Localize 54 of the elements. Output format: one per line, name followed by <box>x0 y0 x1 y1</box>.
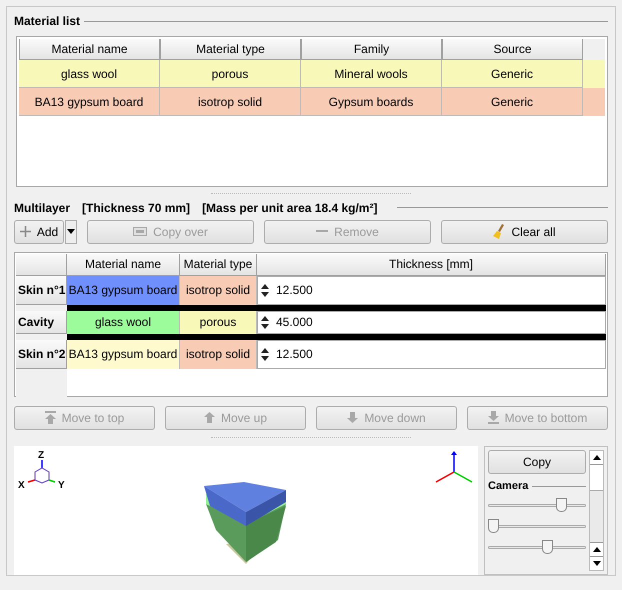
table-cell: isotrop solid <box>180 340 257 369</box>
column-header[interactable]: Material name <box>19 39 160 60</box>
copy-button[interactable]: Copy <box>488 450 586 474</box>
scrollbar[interactable] <box>589 450 604 571</box>
table-cell: isotrop solid <box>180 276 257 305</box>
arrow-up-icon <box>204 412 215 424</box>
column-header[interactable]: Material type <box>160 39 301 60</box>
column-header[interactable]: Thickness [mm] <box>257 254 606 276</box>
caret-icon <box>67 229 75 234</box>
column-header[interactable]: Source <box>442 39 583 60</box>
table-cell: Gypsum boards <box>301 88 442 116</box>
slider-handle[interactable] <box>488 519 499 534</box>
header-column-background <box>16 368 67 397</box>
arrow-top-icon <box>44 411 56 424</box>
spin-box[interactable]: 12.500 <box>257 276 606 305</box>
spin-box[interactable]: 12.500 <box>257 340 606 369</box>
column-header[interactable]: Material type <box>180 254 257 276</box>
minus-icon <box>316 230 328 234</box>
3d-view[interactable]: Z X Y <box>14 446 478 575</box>
clear-button[interactable]: Clear all <box>441 220 608 244</box>
row-header[interactable]: Skin n°1 <box>16 276 67 305</box>
row-header[interactable]: Cavity <box>16 310 67 334</box>
column-header[interactable]: Family <box>301 39 442 60</box>
card-icon <box>133 227 148 236</box>
material-row[interactable]: glass wool porous Mineral wools Generic <box>19 60 605 88</box>
material-row[interactable]: BA13 gypsum board isotrop solid Gypsum boards Generic <box>19 88 605 116</box>
table-cell: Generic <box>442 88 583 116</box>
table-cell: BA13 gypsum board <box>67 340 180 369</box>
section-title: Multilayer <box>14 200 70 217</box>
table-cell: glass wool <box>67 310 180 334</box>
table-cell: BA13 gypsum board <box>67 276 180 305</box>
table-cell: BA13 gypsum board <box>19 88 160 116</box>
dropdown-button[interactable] <box>65 220 77 244</box>
slider-handle[interactable] <box>542 540 553 554</box>
scroll-up-icon[interactable] <box>592 547 600 552</box>
mass-label: [Mass per unit area 18.4 kg/m²] <box>202 200 378 217</box>
plus-icon <box>20 226 31 238</box>
spin-box[interactable]: 45.000 <box>257 310 606 334</box>
thickness-label: [Thickness 70 mm] <box>82 200 190 217</box>
column-header[interactable]: Material name <box>67 254 180 276</box>
scroll-thumb[interactable] <box>590 464 603 491</box>
row-header[interactable]: Skin n°2 <box>16 340 67 369</box>
arrow-bottom-icon <box>488 411 499 424</box>
table-cell: isotrop solid <box>160 88 301 116</box>
scroll-down-icon[interactable] <box>592 561 600 566</box>
add-button[interactable]: Add <box>14 220 64 244</box>
arrow-down-icon <box>347 412 358 424</box>
slider-handle[interactable] <box>556 498 567 512</box>
axes-icon <box>434 450 474 484</box>
section-title: Material list <box>14 13 80 30</box>
broom-icon <box>493 224 506 240</box>
table-cell: porous <box>180 310 257 334</box>
scroll-up-icon[interactable] <box>592 454 600 460</box>
section-title: Camera <box>488 478 528 494</box>
